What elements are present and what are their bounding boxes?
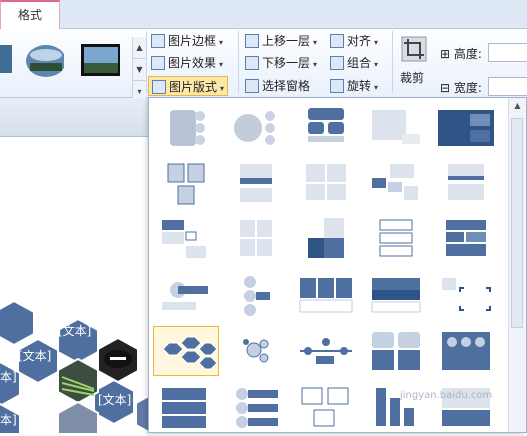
gallery-scrollbar[interactable]: ▲ — [508, 98, 526, 432]
scroll-up-icon[interactable]: ▲ — [509, 98, 526, 114]
width-label: ⊟ 宽度: — [440, 81, 482, 95]
gallery-scroll[interactable]: ▲ ▼ ▾ — [132, 37, 146, 103]
bring-forward-button[interactable]: 上移一层 ▾ — [245, 31, 317, 51]
picture-layout-button[interactable]: 图片版式 ▾ — [148, 76, 229, 96]
group-icon — [330, 56, 344, 70]
hex-text[interactable]: [文本] — [58, 322, 91, 339]
align-button[interactable]: 对齐 ▾ — [330, 31, 378, 51]
layout-item[interactable] — [433, 214, 499, 264]
layout-item[interactable] — [433, 326, 499, 376]
width-input[interactable] — [488, 77, 527, 96]
pencil-icon — [151, 34, 165, 48]
height-input[interactable] — [488, 43, 527, 62]
layout-item[interactable] — [223, 102, 289, 152]
scrollbar-thumb[interactable] — [511, 118, 523, 328]
layout-item[interactable] — [223, 158, 289, 208]
layout-item[interactable] — [363, 102, 429, 152]
rotate-icon — [330, 79, 344, 93]
layout-item[interactable] — [363, 326, 429, 376]
chevron-down-icon: ▾ — [374, 60, 379, 69]
layout-item[interactable] — [223, 326, 289, 376]
height-label: ⊞ 高度: — [440, 47, 482, 61]
chevron-down-icon: ▾ — [219, 60, 224, 69]
picture-style-gallery: ▲ ▼ ▾ — [0, 37, 146, 103]
selection-pane-button[interactable]: 选择窗格 — [245, 76, 310, 96]
layout-item[interactable] — [363, 214, 429, 264]
layout-item[interactable] — [223, 214, 289, 264]
picture-effects-button[interactable]: 图片效果 ▾ — [151, 53, 223, 73]
send-backward-icon — [245, 56, 259, 70]
layout-item[interactable] — [153, 102, 219, 152]
rotate-button[interactable]: 旋转 ▾ — [330, 76, 378, 96]
layout-item[interactable] — [433, 102, 499, 152]
layout-item[interactable] — [293, 382, 359, 432]
chevron-down-icon: ▾ — [313, 38, 318, 47]
hex-text[interactable]: 本] — [0, 368, 17, 385]
layout-icon — [152, 80, 166, 94]
width-icon: ⊟ — [440, 81, 454, 95]
hex-text[interactable]: [文本] — [98, 391, 131, 408]
layout-item[interactable] — [433, 158, 499, 208]
hex-text[interactable]: 本] — [0, 411, 17, 428]
picture-border-button[interactable]: 图片边框 ▾ — [151, 31, 223, 51]
effects-icon — [151, 56, 165, 70]
picture-style-thumb-3[interactable] — [80, 41, 120, 77]
hexagon-smartart[interactable] — [0, 137, 177, 436]
ribbon-separator — [238, 31, 239, 93]
ribbon-tab-bar: 格式 — [0, 0, 527, 29]
chevron-down-icon: ▾ — [220, 84, 225, 93]
watermark: jingyan.baidu.com — [400, 390, 493, 401]
slide-canvas[interactable]: [文本] [文本] [文本] 本] 本] — [0, 137, 177, 436]
ribbon-separator — [146, 31, 147, 93]
picture-style-thumb-2[interactable] — [24, 41, 64, 77]
layout-item[interactable] — [293, 214, 359, 264]
height-icon: ⊞ — [440, 47, 454, 61]
group-button[interactable]: 组合 ▾ — [330, 53, 378, 73]
picture-layout-gallery: ▲ — [148, 97, 527, 433]
gallery-up-icon[interactable]: ▲ — [133, 37, 146, 59]
ribbon: ▲ ▼ ▾ 图片边框 ▾ 图片效果 ▾ 图片版式 ▾ 上移一层 ▾ 下移一层 ▾ 选择窗格… — [0, 29, 527, 103]
chevron-down-icon: ▾ — [313, 60, 318, 69]
hex-text[interactable]: [文本] — [18, 347, 51, 364]
chevron-down-icon: ▾ — [374, 83, 379, 92]
crop-icon[interactable] — [400, 35, 428, 63]
layout-item[interactable] — [153, 382, 219, 432]
layout-item[interactable] — [293, 270, 359, 320]
layout-item[interactable] — [363, 270, 429, 320]
tab-format[interactable]: 格式 — [0, 0, 60, 29]
selection-pane-icon — [245, 79, 259, 93]
layout-item[interactable] — [293, 102, 359, 152]
layout-item[interactable] — [153, 158, 219, 208]
crop-button[interactable]: 裁剪 — [400, 69, 424, 86]
chevron-down-icon: ▾ — [219, 38, 224, 47]
layout-item[interactable] — [223, 270, 289, 320]
workspace-toolbar — [0, 98, 150, 137]
send-backward-button[interactable]: 下移一层 ▾ — [245, 53, 317, 73]
layout-item[interactable] — [363, 158, 429, 208]
layout-item-selected[interactable] — [153, 326, 219, 376]
layout-item[interactable] — [153, 214, 219, 264]
layout-item[interactable] — [293, 326, 359, 376]
gallery-down-icon[interactable]: ▼ — [133, 59, 146, 81]
layout-item[interactable] — [153, 270, 219, 320]
layout-item[interactable] — [293, 158, 359, 208]
layout-item[interactable] — [223, 382, 289, 432]
layout-item[interactable] — [433, 270, 499, 320]
ribbon-separator — [392, 31, 393, 93]
bring-forward-icon — [245, 34, 259, 48]
chevron-down-icon: ▾ — [374, 38, 379, 47]
align-icon — [330, 34, 344, 48]
